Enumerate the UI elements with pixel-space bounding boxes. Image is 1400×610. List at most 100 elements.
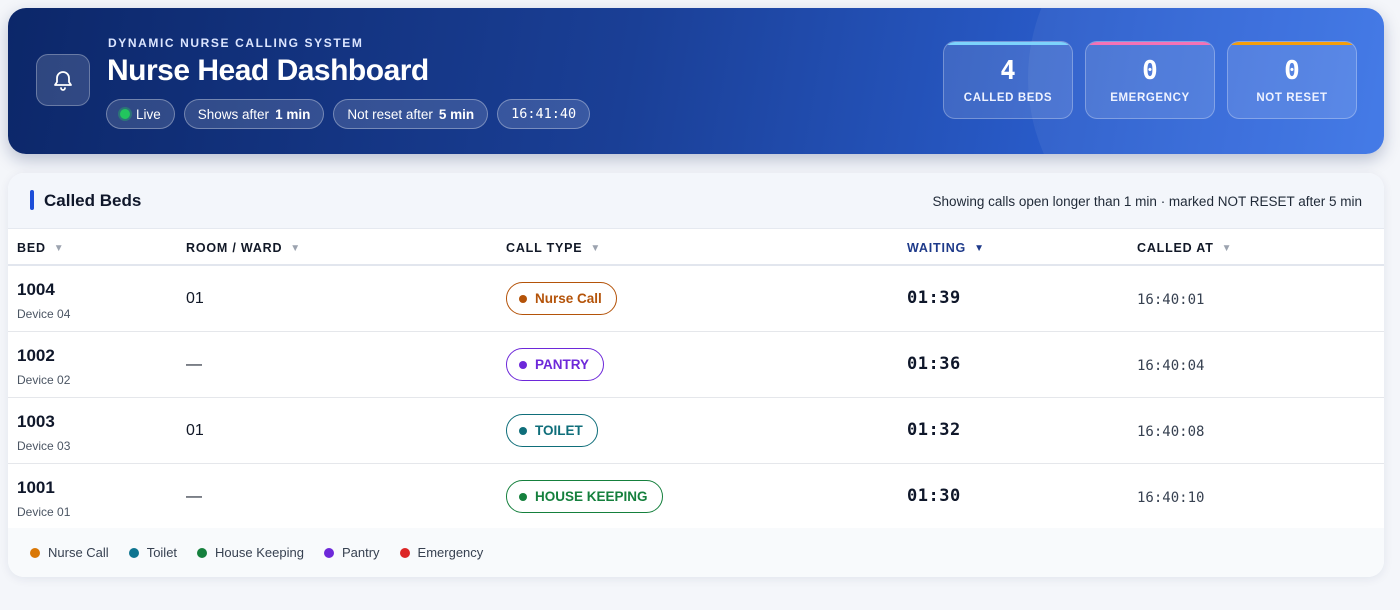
legend-dot-icon bbox=[399, 547, 410, 558]
stat-called-beds[interactable]: 4 CALLED BEDS bbox=[943, 41, 1073, 119]
card-title-accent bbox=[30, 190, 34, 210]
not-reset-value: 5 min bbox=[438, 106, 475, 122]
bed-number: 1002 bbox=[17, 346, 55, 365]
device-name: Device 02 bbox=[17, 373, 71, 387]
waiting-time: 01:30 bbox=[907, 486, 961, 506]
call-type-badge: TOILET bbox=[506, 414, 598, 447]
legend-dot-icon bbox=[323, 547, 334, 558]
table-body: 1004 Device 04 01 Nurse Call 01:39 16:40… bbox=[8, 266, 1384, 530]
waiting-time: 01:36 bbox=[907, 354, 961, 374]
status-pills: Live Shows after 1 min Not reset after 5… bbox=[106, 99, 591, 129]
stat-label: NOT RESET bbox=[1256, 92, 1328, 104]
stat-accent-bar bbox=[1228, 42, 1356, 45]
column-header-bed[interactable]: BED ▼ bbox=[17, 241, 65, 255]
called-at: 16:40:04 bbox=[1137, 358, 1205, 374]
table-header: BED ▼ ROOM / WARD ▼ CALL TYPE ▼ WAITING … bbox=[8, 229, 1384, 266]
stat-not-reset[interactable]: 0 NOT RESET bbox=[1227, 41, 1357, 119]
card-header: Called Beds Showing calls open longer th… bbox=[8, 173, 1384, 229]
legend-dot-icon bbox=[30, 547, 40, 558]
waiting-time: 01:32 bbox=[907, 420, 961, 440]
column-header-room[interactable]: ROOM / WARD ▼ bbox=[186, 241, 301, 255]
system-subtitle: DYNAMIC NURSE CALLING SYSTEM bbox=[108, 36, 364, 50]
column-label: CALL TYPE bbox=[506, 241, 583, 255]
legend-item: House Keeping bbox=[197, 545, 304, 560]
stat-value: 4 bbox=[1000, 56, 1016, 86]
call-type-dot-icon bbox=[519, 426, 527, 435]
legend-item: Pantry bbox=[323, 545, 380, 560]
call-type-label: HOUSE KEEPING bbox=[535, 489, 648, 504]
call-type-dot-icon bbox=[519, 360, 527, 369]
sort-icon: ▼ bbox=[290, 242, 301, 254]
live-pill: Live bbox=[106, 99, 175, 129]
bell-button[interactable] bbox=[36, 54, 90, 106]
legend-label: Toilet bbox=[146, 545, 178, 560]
live-indicator-icon bbox=[120, 109, 130, 119]
sort-icon: ▼ bbox=[53, 242, 65, 254]
legend-item: Toilet bbox=[128, 545, 178, 560]
stat-accent-bar bbox=[1086, 42, 1214, 45]
legend-label: Emergency bbox=[417, 545, 484, 560]
stat-cards: 4 CALLED BEDS 0 EMERGENCY 0 NOT RESET bbox=[943, 41, 1357, 119]
table-row[interactable]: 1001 Device 01 — HOUSE KEEPING 01:30 16:… bbox=[8, 464, 1384, 530]
device-name: Device 03 bbox=[17, 439, 71, 453]
called-beds-card: Called Beds Showing calls open longer th… bbox=[8, 173, 1384, 577]
call-type-dot-icon bbox=[519, 294, 527, 303]
clock-pill: 16:41:40 bbox=[497, 99, 591, 129]
stat-value: 0 bbox=[1284, 56, 1300, 86]
call-type-label: TOILET bbox=[535, 423, 583, 438]
room-ward: — bbox=[186, 356, 202, 373]
call-type-legend: Nurse Call Toilet House Keeping Pantry E… bbox=[8, 528, 1384, 577]
legend-label: Nurse Call bbox=[48, 545, 109, 560]
stat-accent-bar bbox=[944, 42, 1072, 45]
column-header-waiting[interactable]: WAITING ▼ bbox=[907, 241, 985, 255]
sort-icon: ▼ bbox=[590, 242, 602, 254]
call-type-badge: HOUSE KEEPING bbox=[506, 480, 663, 513]
call-type-label: PANTRY bbox=[535, 357, 589, 372]
legend-dot-icon bbox=[197, 547, 208, 558]
bed-number: 1001 bbox=[17, 478, 55, 497]
card-note: Showing calls open longer than 1 min · m… bbox=[932, 194, 1362, 209]
stat-label: EMERGENCY bbox=[1110, 92, 1190, 104]
called-at: 16:40:08 bbox=[1137, 424, 1205, 440]
stat-label: CALLED BEDS bbox=[963, 92, 1053, 104]
call-type-label: Nurse Call bbox=[535, 291, 602, 306]
dashboard-header: DYNAMIC NURSE CALLING SYSTEM Nurse Head … bbox=[8, 8, 1384, 154]
not-reset-label: Not reset after bbox=[347, 106, 433, 122]
legend-item: Emergency bbox=[399, 545, 484, 560]
legend-dot-icon bbox=[128, 547, 139, 558]
column-label: WAITING bbox=[907, 241, 967, 255]
clock: 16:41:40 bbox=[511, 106, 577, 122]
shows-after-label: Shows after bbox=[197, 106, 270, 122]
column-label: BED bbox=[17, 241, 46, 255]
waiting-time: 01:39 bbox=[907, 288, 961, 308]
sort-icon: ▼ bbox=[974, 242, 985, 254]
shows-after-pill: Shows after 1 min bbox=[183, 99, 325, 129]
stat-emergency[interactable]: 0 EMERGENCY bbox=[1085, 41, 1215, 119]
live-label: Live bbox=[136, 106, 161, 122]
column-label: CALLED AT bbox=[1137, 241, 1214, 255]
call-type-badge: PANTRY bbox=[506, 348, 604, 381]
page-title: Nurse Head Dashboard bbox=[107, 54, 429, 87]
column-header-called-at[interactable]: CALLED AT ▼ bbox=[1137, 241, 1232, 255]
device-name: Device 01 bbox=[17, 505, 71, 519]
column-header-call-type[interactable]: CALL TYPE ▼ bbox=[506, 241, 601, 255]
legend-item: Nurse Call bbox=[30, 545, 109, 560]
call-type-dot-icon bbox=[519, 492, 527, 501]
table-row[interactable]: 1004 Device 04 01 Nurse Call 01:39 16:40… bbox=[8, 266, 1384, 332]
room-ward: 01 bbox=[186, 290, 204, 307]
room-ward: 01 bbox=[186, 422, 204, 439]
stat-value: 0 bbox=[1142, 56, 1158, 86]
table-row[interactable]: 1003 Device 03 01 TOILET 01:32 16:40:08 bbox=[8, 398, 1384, 464]
column-label: ROOM / WARD bbox=[186, 241, 283, 255]
bed-number: 1003 bbox=[17, 412, 55, 431]
room-ward: — bbox=[186, 488, 202, 505]
called-at: 16:40:01 bbox=[1137, 292, 1205, 308]
not-reset-pill: Not reset after 5 min bbox=[333, 99, 489, 129]
shows-after-value: 1 min bbox=[275, 106, 311, 122]
legend-label: House Keeping bbox=[215, 545, 304, 560]
card-title: Called Beds bbox=[44, 191, 142, 210]
bell-icon bbox=[54, 71, 72, 91]
table-row[interactable]: 1002 Device 02 — PANTRY 01:36 16:40:04 bbox=[8, 332, 1384, 398]
device-name: Device 04 bbox=[17, 307, 71, 321]
legend-label: Pantry bbox=[341, 545, 380, 560]
